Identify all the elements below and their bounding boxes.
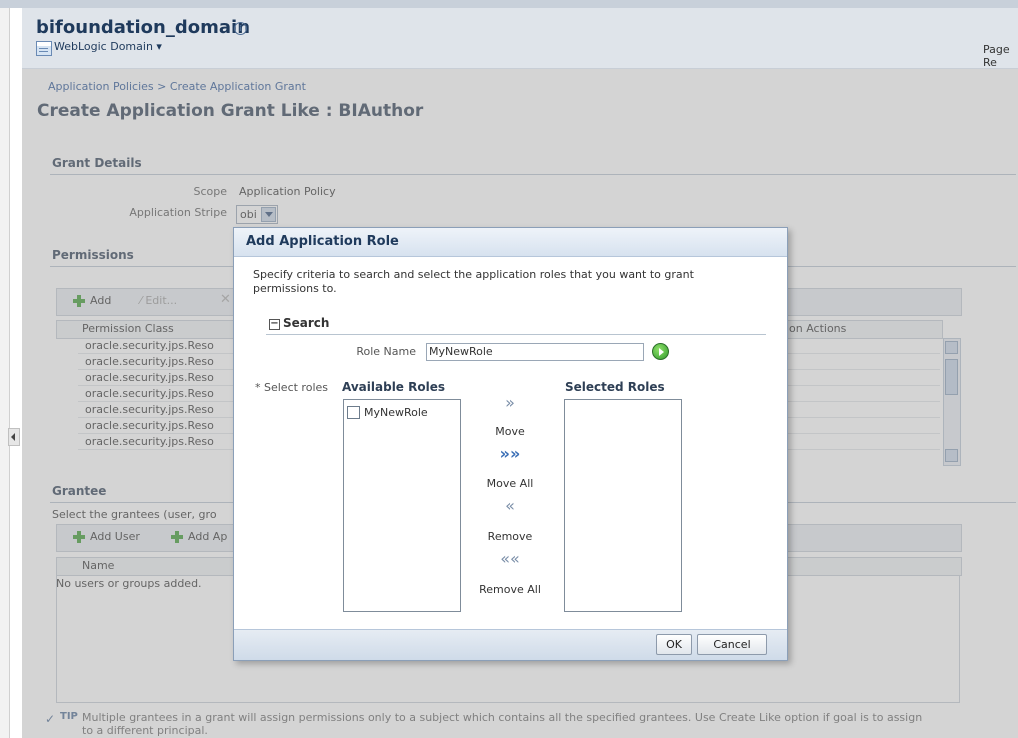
- move-all-button[interactable]: Move All: [470, 477, 550, 490]
- role-name-label: Role Name: [356, 345, 416, 358]
- dialog-instructions: Specify criteria to search and select th…: [253, 268, 694, 295]
- available-roles-heading: Available Roles: [342, 380, 446, 394]
- remove-all-button[interactable]: Remove All: [470, 583, 550, 596]
- ok-button[interactable]: OK: [656, 634, 692, 655]
- selected-roles-list[interactable]: [564, 399, 682, 612]
- info-icon[interactable]: i: [234, 22, 247, 35]
- move-button[interactable]: Move: [470, 425, 550, 438]
- search-go-icon[interactable]: [652, 343, 669, 360]
- select-roles-label: * Select roles: [255, 381, 328, 394]
- remove-all-icon[interactable]: ««: [490, 549, 530, 568]
- remove-button[interactable]: Remove: [470, 530, 550, 543]
- list-item[interactable]: MyNewRole: [364, 406, 428, 419]
- top-strip: [0, 0, 1018, 8]
- role-name-input[interactable]: MyNewRole: [426, 343, 644, 361]
- weblogic-domain-menu-label: WebLogic Domain: [54, 40, 153, 53]
- dropdown-arrow-icon: ▾: [156, 40, 162, 53]
- selected-roles-heading: Selected Roles: [565, 380, 665, 394]
- weblogic-domain-menu[interactable]: WebLogic Domain ▾: [54, 40, 162, 53]
- cancel-button[interactable]: Cancel: [697, 634, 767, 655]
- remove-icon[interactable]: «: [490, 496, 530, 515]
- available-roles-list[interactable]: [343, 399, 461, 612]
- collapse-pane-toggle[interactable]: [8, 428, 20, 446]
- move-all-icon[interactable]: »»: [490, 444, 530, 463]
- page-refreshed-label: Page Re: [983, 43, 1010, 69]
- move-icon[interactable]: »: [490, 393, 530, 412]
- search-heading: Search: [283, 316, 330, 330]
- dialog-title: Add Application Role: [246, 234, 399, 249]
- divider: [266, 334, 766, 335]
- left-rail: [0, 8, 10, 738]
- search-section-toggle[interactable]: − Search: [269, 316, 329, 330]
- domain-title: bifoundation_domain: [36, 17, 251, 38]
- collapse-icon: −: [269, 318, 280, 330]
- dialog-title-bar[interactable]: Add Application Role: [234, 228, 787, 257]
- weblogic-domain-icon: [36, 41, 52, 56]
- role-checkbox[interactable]: [347, 406, 360, 419]
